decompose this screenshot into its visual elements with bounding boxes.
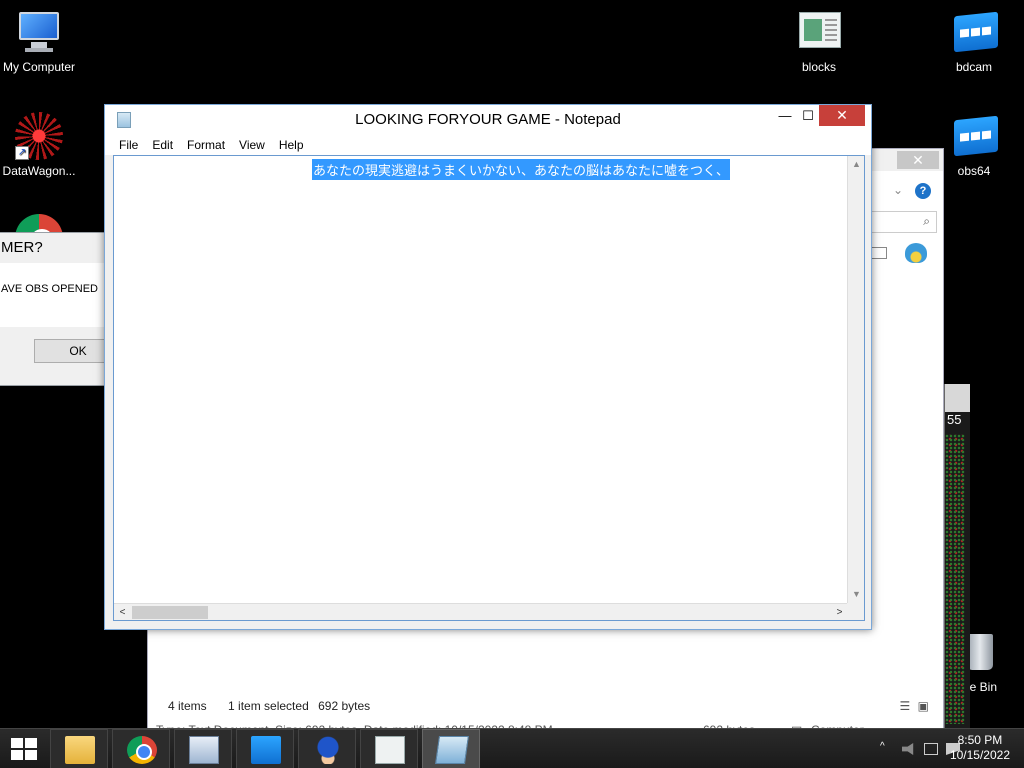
desktop-icon-label: blocks (801, 60, 836, 74)
vertical-scrollbar[interactable]: ▲ ▼ (847, 156, 864, 603)
item-count: 4 items (168, 699, 207, 713)
search-input[interactable]: ⌕ (871, 211, 937, 233)
desktop-icon-my-computer[interactable]: My Computer (0, 8, 84, 74)
text-editor-area[interactable]: あなたの現実逃避はうまくいかない、あなたの脳はあなたに嘘をつく、 ▲ ▼ < > (113, 155, 865, 621)
windows-logo-icon (11, 738, 37, 760)
folder-icon (65, 736, 95, 764)
background-window[interactable]: 55 (944, 384, 970, 728)
sonic-icon (313, 736, 343, 764)
scroll-left-icon[interactable]: < (114, 604, 131, 621)
dialog-footer: OK (0, 327, 122, 385)
notepad-window[interactable]: LOOKING FORYOUR GAME - Notepad — ☐ ✕ Fil… (104, 104, 872, 630)
selection-count: 1 item selected (228, 699, 309, 713)
close-button[interactable]: ✕ (819, 105, 865, 126)
minimize-button[interactable]: — (775, 105, 795, 126)
monitor-icon (189, 736, 219, 764)
desktop-icon-datawagon[interactable]: ↗ DataWagon... (0, 112, 84, 178)
search-icon: ⌕ (923, 214, 930, 228)
pattern-area (945, 434, 965, 724)
obs64-icon (950, 112, 998, 160)
menu-view[interactable]: View (232, 135, 272, 155)
datawagon-icon: ↗ (15, 112, 63, 160)
taskbar-chrome[interactable] (112, 729, 170, 768)
selected-text[interactable]: あなたの現実逃避はうまくいかない、あなたの脳はあなたに嘘をつく、 (312, 159, 731, 180)
taskbar-file-explorer[interactable] (50, 729, 108, 768)
explorer-titlebar[interactable]: ✕ (871, 149, 943, 171)
taskbar-bdcam[interactable] (236, 729, 294, 768)
network-icon[interactable] (924, 743, 938, 755)
desktop-icon-label: DataWagon... (2, 164, 76, 178)
taskbar-blocks[interactable] (360, 729, 418, 768)
taskbar-sonic[interactable] (298, 729, 356, 768)
clock-time: 8:50 PM (957, 733, 1003, 747)
window-titlebar[interactable] (945, 384, 970, 412)
large-icons-view-icon[interactable]: ▣ (918, 699, 929, 713)
scroll-corner (847, 603, 864, 620)
dialog-message: AVE OBS OPENED (1, 283, 98, 295)
chevron-down-icon[interactable]: ⌄ (893, 183, 903, 197)
menu-format[interactable]: Format (180, 135, 232, 155)
volume-muted-icon[interactable] (902, 743, 914, 755)
chrome-icon (127, 736, 157, 764)
taskbar-monitor[interactable] (174, 729, 232, 768)
window-title: LOOKING FORYOUR GAME - Notepad (355, 111, 621, 128)
system-tray: ^ 8:50 PM 10/15/2022 (854, 729, 1024, 768)
desktop-icon-label: bdcam (955, 60, 993, 74)
explorer-toolbar-row (871, 243, 937, 265)
explorer-close-button[interactable]: ✕ (897, 151, 939, 169)
shell-icon[interactable] (905, 243, 927, 263)
view-toggle[interactable]: ☰ ▣ (900, 699, 929, 713)
bdcam-icon (950, 8, 998, 56)
blocks-icon (795, 8, 843, 56)
blocks-icon (375, 736, 405, 764)
scroll-down-icon[interactable]: ▼ (848, 586, 865, 603)
desktop-icon-label: My Computer (2, 60, 76, 74)
menu-help[interactable]: Help (272, 135, 311, 155)
system-clock[interactable]: 8:50 PM 10/15/2022 (950, 733, 1010, 763)
bdcam-icon (251, 736, 281, 764)
explorer-status-bar: 4 items 1 item selected 692 bytes (168, 699, 388, 713)
maximize-button[interactable]: ☐ (797, 105, 819, 126)
scroll-up-icon[interactable]: ▲ (848, 156, 865, 173)
notepad-titlebar[interactable]: LOOKING FORYOUR GAME - Notepad — ☐ ✕ (105, 105, 871, 135)
computer-icon (15, 8, 63, 56)
explorer-help-row: ⌄ ? (871, 181, 937, 203)
menu-edit[interactable]: Edit (145, 135, 180, 155)
notepad-icon (435, 736, 469, 764)
desktop-icon-blocks[interactable]: blocks (774, 8, 864, 74)
menu-file[interactable]: File (112, 135, 145, 155)
tray-expand-chevron-icon[interactable]: ^ (880, 741, 885, 752)
window-counter: 55 (947, 412, 962, 427)
taskbar: ^ 8:50 PM 10/15/2022 (0, 728, 1024, 768)
selection-size: 692 bytes (318, 699, 371, 713)
taskbar-notepad[interactable] (422, 729, 480, 768)
message-dialog: MER? AVE OBS OPENED OK (0, 232, 122, 386)
desktop-icon-bdcam[interactable]: bdcam (929, 8, 1019, 74)
scroll-right-icon[interactable]: > (831, 604, 848, 621)
help-icon[interactable]: ? (915, 183, 931, 199)
start-button[interactable] (0, 729, 48, 768)
shortcut-arrow-icon: ↗ (15, 146, 29, 160)
view-icon[interactable] (871, 247, 887, 259)
menu-bar: File Edit Format View Help (105, 135, 871, 155)
dialog-title: MER? (0, 233, 105, 263)
clock-date: 10/15/2022 (949, 748, 1010, 762)
details-view-icon[interactable]: ☰ (900, 699, 911, 713)
scroll-thumb[interactable] (132, 606, 208, 619)
horizontal-scrollbar[interactable]: < > (114, 603, 848, 620)
